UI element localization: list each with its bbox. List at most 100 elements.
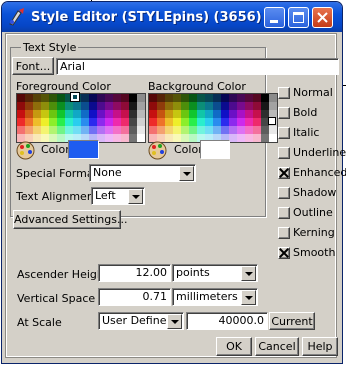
palette-cell[interactable] xyxy=(57,126,65,134)
palette-cell[interactable] xyxy=(25,118,33,126)
palette-cell[interactable] xyxy=(189,94,197,102)
title-bar[interactable]: Style Editor (STYLEpins) (3656) xyxy=(2,2,342,32)
advanced-settings-button[interactable]: Advanced Settings... xyxy=(13,210,127,229)
palette-cell[interactable] xyxy=(41,110,49,118)
palette-cell[interactable] xyxy=(137,134,145,142)
palette-cell[interactable] xyxy=(197,102,205,110)
palette-cell[interactable] xyxy=(149,102,157,110)
palette-cell[interactable] xyxy=(41,126,49,134)
palette-cell[interactable] xyxy=(165,134,173,142)
palette-cell[interactable] xyxy=(181,134,189,142)
palette-cell[interactable] xyxy=(137,110,145,118)
maximize-button[interactable] xyxy=(288,7,309,28)
palette-cell[interactable] xyxy=(17,118,25,126)
palette-cell[interactable] xyxy=(157,110,165,118)
palette-cell[interactable] xyxy=(269,126,277,134)
palette-cell[interactable] xyxy=(165,126,173,134)
palette-cell[interactable] xyxy=(237,118,245,126)
palette-cell[interactable] xyxy=(33,102,41,110)
checkbox-normal[interactable] xyxy=(278,87,290,99)
palette-cell[interactable] xyxy=(81,94,89,102)
palette-cell[interactable] xyxy=(41,94,49,102)
checkbox-smooth[interactable] xyxy=(278,247,290,259)
palette-cell[interactable] xyxy=(49,110,57,118)
palette-cell[interactable] xyxy=(57,94,65,102)
palette-cell[interactable] xyxy=(105,118,113,126)
ok-button[interactable]: OK xyxy=(216,337,252,356)
palette-cell[interactable] xyxy=(57,102,65,110)
palette-cell[interactable] xyxy=(49,102,57,110)
chevron-down-icon[interactable] xyxy=(241,266,256,281)
palette-cell[interactable] xyxy=(253,94,261,102)
checkbox-shadow[interactable] xyxy=(278,187,290,199)
palette-cell[interactable] xyxy=(221,94,229,102)
current-scale-button[interactable]: Current xyxy=(269,312,315,330)
vertical-space-unit-dropdown[interactable]: millimeters xyxy=(172,288,258,306)
palette-cell[interactable] xyxy=(65,126,73,134)
palette-cell[interactable] xyxy=(165,118,173,126)
palette-cell[interactable] xyxy=(89,126,97,134)
help-button[interactable]: Help xyxy=(302,337,338,356)
palette-cell[interactable] xyxy=(65,102,73,110)
palette-cell[interactable] xyxy=(73,118,81,126)
foreground-color-swatch[interactable] xyxy=(68,140,99,159)
palette-cell[interactable] xyxy=(89,110,97,118)
palette-cell[interactable] xyxy=(205,94,213,102)
chevron-down-icon[interactable] xyxy=(179,166,194,181)
palette-cell[interactable] xyxy=(17,94,25,102)
palette-cell[interactable] xyxy=(89,118,97,126)
palette-cell[interactable] xyxy=(65,110,73,118)
palette-cell[interactable] xyxy=(113,110,121,118)
palette-cell[interactable] xyxy=(173,118,181,126)
palette-cell[interactable] xyxy=(121,94,129,102)
palette-cell[interactable] xyxy=(261,94,269,102)
palette-cell[interactable] xyxy=(149,118,157,126)
palette-cell[interactable] xyxy=(89,102,97,110)
palette-cell[interactable] xyxy=(197,118,205,126)
palette-cell[interactable] xyxy=(129,118,137,126)
palette-cell[interactable] xyxy=(129,102,137,110)
palette-cell[interactable] xyxy=(121,102,129,110)
palette-cell[interactable] xyxy=(253,118,261,126)
palette-cell[interactable] xyxy=(253,126,261,134)
palette-cell[interactable] xyxy=(49,94,57,102)
palette-cell[interactable] xyxy=(105,126,113,134)
palette-cell[interactable] xyxy=(105,134,113,142)
checkbox-kerning[interactable] xyxy=(278,227,290,239)
palette-cell[interactable] xyxy=(221,126,229,134)
palette-cell[interactable] xyxy=(237,102,245,110)
palette-cell[interactable] xyxy=(129,126,137,134)
palette-cell[interactable] xyxy=(121,126,129,134)
palette-cell[interactable] xyxy=(237,110,245,118)
palette-cell[interactable] xyxy=(89,94,97,102)
palette-cell[interactable] xyxy=(73,102,81,110)
palette-cell[interactable] xyxy=(261,126,269,134)
text-alignment-dropdown[interactable]: Left xyxy=(91,187,145,205)
palette-cell[interactable] xyxy=(229,134,237,142)
palette-cell[interactable] xyxy=(65,118,73,126)
checkbox-bold[interactable] xyxy=(278,107,290,119)
palette-cell[interactable] xyxy=(229,118,237,126)
palette-cell[interactable] xyxy=(149,126,157,134)
palette-cell[interactable] xyxy=(173,94,181,102)
palette-cell[interactable] xyxy=(129,134,137,142)
palette-cell[interactable] xyxy=(33,94,41,102)
palette-cell[interactable] xyxy=(205,118,213,126)
palette-cell[interactable] xyxy=(229,110,237,118)
palette-cell[interactable] xyxy=(137,126,145,134)
palette-cell[interactable] xyxy=(57,118,65,126)
palette-cell[interactable] xyxy=(213,102,221,110)
palette-cell[interactable] xyxy=(181,126,189,134)
palette-cell[interactable] xyxy=(173,110,181,118)
palette-cell[interactable] xyxy=(261,134,269,142)
font-button[interactable]: Font... xyxy=(12,57,54,75)
palette-cell[interactable] xyxy=(97,102,105,110)
palette-cell[interactable] xyxy=(181,118,189,126)
palette-cell[interactable] xyxy=(17,110,25,118)
palette-cell[interactable] xyxy=(205,102,213,110)
palette-cell[interactable] xyxy=(25,102,33,110)
palette-cell[interactable] xyxy=(221,110,229,118)
background-color-swatch[interactable] xyxy=(200,140,230,159)
palette-cell[interactable] xyxy=(237,94,245,102)
palette-cell[interactable] xyxy=(157,94,165,102)
